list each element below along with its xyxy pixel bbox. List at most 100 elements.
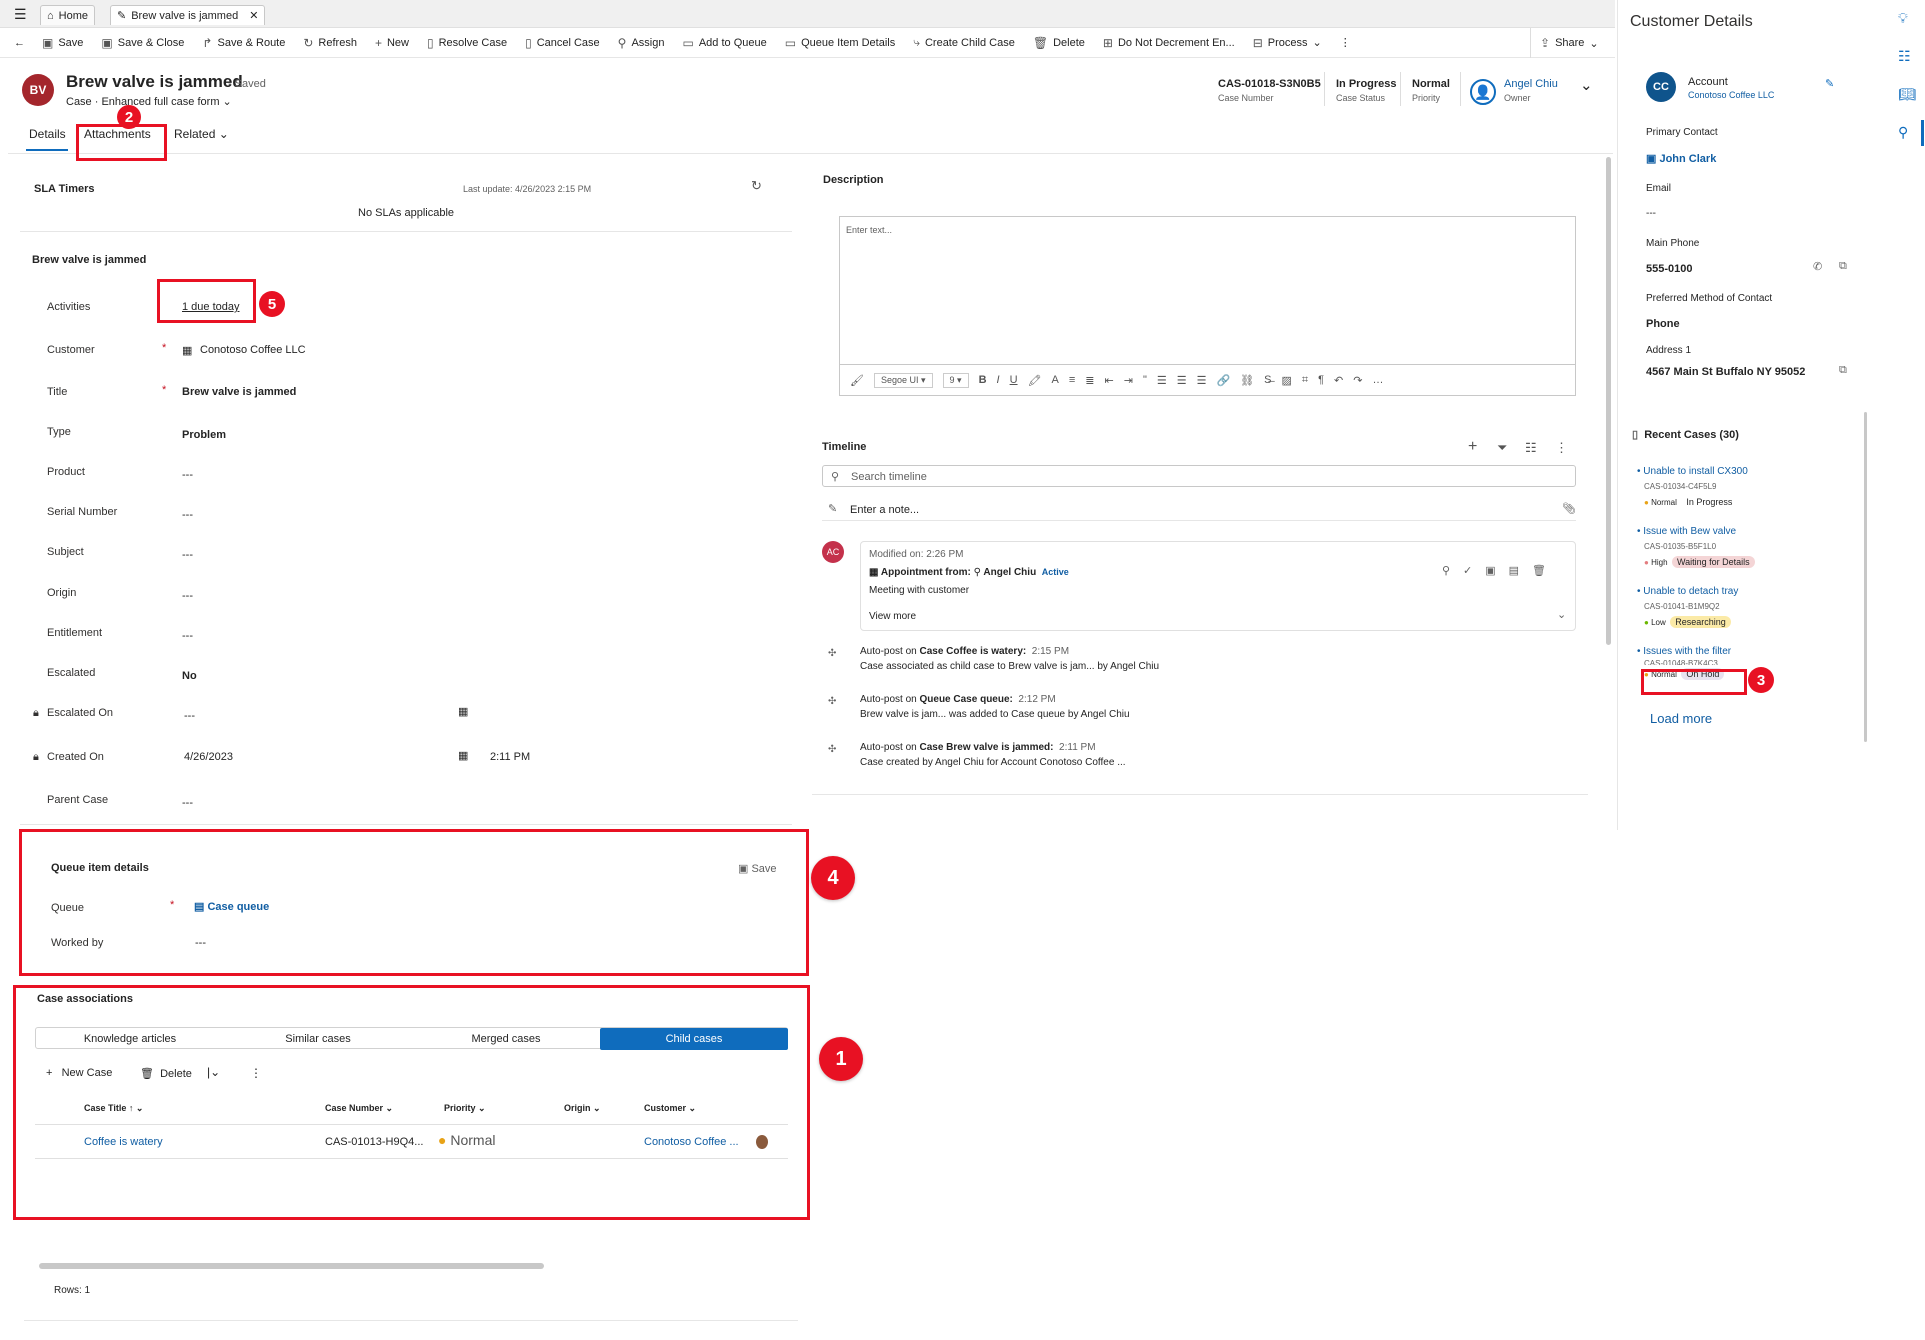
quote-icon[interactable]: ": [1143, 374, 1147, 386]
entitlement-field[interactable]: ---: [182, 630, 193, 642]
highlight-icon[interactable]: 🖍: [1028, 374, 1042, 387]
recent-case-2[interactable]: • Issue with Bew valve CAS-01035-B5F1L0 ● …: [1637, 526, 1755, 568]
format-painter-icon[interactable]: 🖌: [850, 374, 864, 387]
header-expand-chevron-icon[interactable]: ⌄: [1580, 76, 1593, 94]
search-timeline-input[interactable]: ⚲ Search timeline: [822, 465, 1576, 487]
image-icon[interactable]: ▨: [1281, 374, 1291, 387]
queue-item-details-button[interactable]: ▭ Queue Item Details: [776, 28, 905, 58]
link-icon[interactable]: 🔗: [1216, 374, 1230, 387]
edit-pencil-icon[interactable]: ✎: [1825, 77, 1834, 90]
font-color-icon[interactable]: A: [1052, 374, 1059, 386]
bold-icon[interactable]: B: [979, 374, 987, 386]
bullet-list-icon[interactable]: ≡: [1069, 374, 1075, 386]
paperclip-icon[interactable]: 📎︎: [1562, 502, 1576, 515]
create-child-case-button[interactable]: ⤷ Create Child Case: [904, 28, 1024, 58]
recent-case-title[interactable]: • Issues with the filter: [1637, 646, 1731, 657]
resolve-case-button[interactable]: ▯ Resolve Case: [418, 28, 516, 58]
form-selector[interactable]: Enhanced full case form: [101, 96, 219, 108]
redo-icon[interactable]: ↷: [1353, 374, 1362, 387]
list-view-icon[interactable]: ☷: [1525, 440, 1537, 456]
recent-case-3[interactable]: • Unable to detach tray CAS-01041-B1M9Q2 ●…: [1637, 586, 1738, 628]
enter-note-input[interactable]: Enter a note...: [850, 504, 919, 516]
horizontal-scrollbar[interactable]: [39, 1263, 544, 1269]
card-actions[interactable]: ⚲✓▣▤🗑: [1442, 564, 1559, 577]
origin-field[interactable]: ---: [182, 590, 193, 602]
strikethrough-icon[interactable]: S̶: [1264, 374, 1271, 386]
new-button[interactable]: + New: [366, 28, 418, 58]
increase-indent-icon[interactable]: ⇥: [1124, 374, 1133, 387]
escalated-on-field[interactable]: ---: [184, 710, 195, 722]
copy-icon[interactable]: ⧉: [1839, 260, 1847, 273]
subject-field[interactable]: ---: [182, 549, 193, 561]
numbered-list-icon[interactable]: ≣: [1085, 374, 1094, 387]
more-icon[interactable]: …: [1372, 374, 1383, 386]
serial-field[interactable]: ---: [182, 509, 193, 521]
title-field[interactable]: Brew valve is jammed: [182, 386, 296, 398]
align-right-icon[interactable]: ☰: [1197, 374, 1207, 387]
command-bar: ← ▣ Save ▣ Save & Close ↱ Save & Route ↻ Ref…: [0, 28, 1615, 58]
list-icon[interactable]: ☷: [1898, 48, 1911, 65]
decrease-indent-icon[interactable]: ⇤: [1105, 374, 1114, 387]
tab-details[interactable]: Details: [29, 127, 66, 141]
book-icon[interactable]: 📖︎: [1898, 86, 1916, 103]
parent-case-field[interactable]: ---: [182, 797, 193, 809]
home-tab[interactable]: ⌂ Home: [40, 5, 95, 25]
side-scrollbar[interactable]: [1864, 412, 1867, 742]
undo-icon[interactable]: ↶: [1334, 374, 1343, 387]
hamburger-menu-icon[interactable]: ☰: [14, 6, 27, 23]
save-button[interactable]: ▣ Save: [33, 28, 92, 58]
escalated-field[interactable]: No: [182, 670, 197, 682]
case-tab[interactable]: ✎ Brew valve is jammed ✕: [110, 5, 266, 25]
align-center-icon[interactable]: ☰: [1177, 374, 1187, 387]
vertical-scrollbar[interactable]: [1606, 157, 1611, 645]
cancel-case-button[interactable]: ▯ Cancel Case: [516, 28, 609, 58]
phone-icon[interactable]: ✆: [1813, 260, 1822, 273]
back-icon[interactable]: ←: [10, 28, 33, 58]
primary-contact-link[interactable]: ▣ John Clark: [1646, 152, 1716, 165]
add-icon[interactable]: +: [1468, 438, 1477, 456]
font-size-select[interactable]: 9 ▾: [942, 372, 969, 388]
chevron-down-icon[interactable]: ⌄: [1557, 608, 1566, 621]
source-icon[interactable]: ⌗: [1302, 374, 1308, 387]
underline-icon[interactable]: U: [1010, 374, 1018, 386]
recent-case-title[interactable]: • Unable to install CX300: [1637, 466, 1748, 477]
owner-link[interactable]: Angel Chiu: [1504, 78, 1558, 90]
copy-icon[interactable]: ⧉: [1839, 364, 1847, 377]
share-button[interactable]: ⇪ Share ⌄: [1530, 28, 1608, 58]
account-link[interactable]: Conotoso Coffee LLC: [1688, 90, 1774, 100]
recent-case-title[interactable]: • Unable to detach tray: [1637, 586, 1738, 597]
process-button[interactable]: ⊟ Process ⌄: [1244, 28, 1331, 58]
type-field[interactable]: Problem: [182, 429, 226, 441]
recent-case-1[interactable]: • Unable to install CX300 CAS-01034-C4F5L…: [1637, 466, 1748, 508]
view-more-link[interactable]: View more: [869, 611, 916, 622]
more-commands-icon[interactable]: ⋮: [1331, 28, 1360, 58]
do-not-decrement-button[interactable]: ⊞ Do Not Decrement En...: [1094, 28, 1244, 58]
save-route-button[interactable]: ↱ Save & Route: [193, 28, 294, 58]
font-select[interactable]: Segoe UI ▾: [873, 372, 933, 388]
load-more-link[interactable]: Load more: [1650, 711, 1712, 726]
divider: [1324, 72, 1325, 106]
lightbulb-icon[interactable]: 💡︎: [1898, 10, 1908, 27]
text-direction-icon[interactable]: ¶: [1318, 374, 1324, 386]
filter-icon[interactable]: ⏷: [1497, 440, 1507, 456]
save-close-button[interactable]: ▣ Save & Close: [92, 28, 193, 58]
timeline-card[interactable]: Modified on: 2:26 PM ▦ Appointment from:…: [860, 541, 1576, 631]
calendar-icon[interactable]: ▦: [458, 749, 468, 762]
customer-icon[interactable]: ⚲: [1898, 124, 1908, 141]
calendar-icon[interactable]: ▦: [458, 705, 468, 718]
unlink-icon[interactable]: ⛓: [1240, 374, 1254, 387]
recent-case-title[interactable]: • Issue with Bew valve: [1637, 526, 1755, 537]
refresh-button[interactable]: ↻ Refresh: [294, 28, 366, 58]
align-left-icon[interactable]: ☰: [1157, 374, 1167, 387]
description-editor[interactable]: Enter text...: [839, 216, 1576, 364]
italic-icon[interactable]: I: [997, 374, 1000, 386]
customer-link[interactable]: Conotoso Coffee LLC: [200, 344, 306, 356]
product-field[interactable]: ---: [182, 469, 193, 481]
tab-related[interactable]: Related ⌄: [174, 127, 229, 141]
more-options-icon[interactable]: ⋮: [1555, 440, 1568, 456]
assign-button[interactable]: ⚲ Assign: [609, 28, 674, 58]
close-icon[interactable]: ✕: [249, 9, 258, 22]
sla-refresh-icon[interactable]: ↻: [751, 178, 762, 194]
add-to-queue-button[interactable]: ▭ Add to Queue: [674, 28, 776, 58]
delete-button[interactable]: 🗑 Delete: [1024, 28, 1094, 58]
